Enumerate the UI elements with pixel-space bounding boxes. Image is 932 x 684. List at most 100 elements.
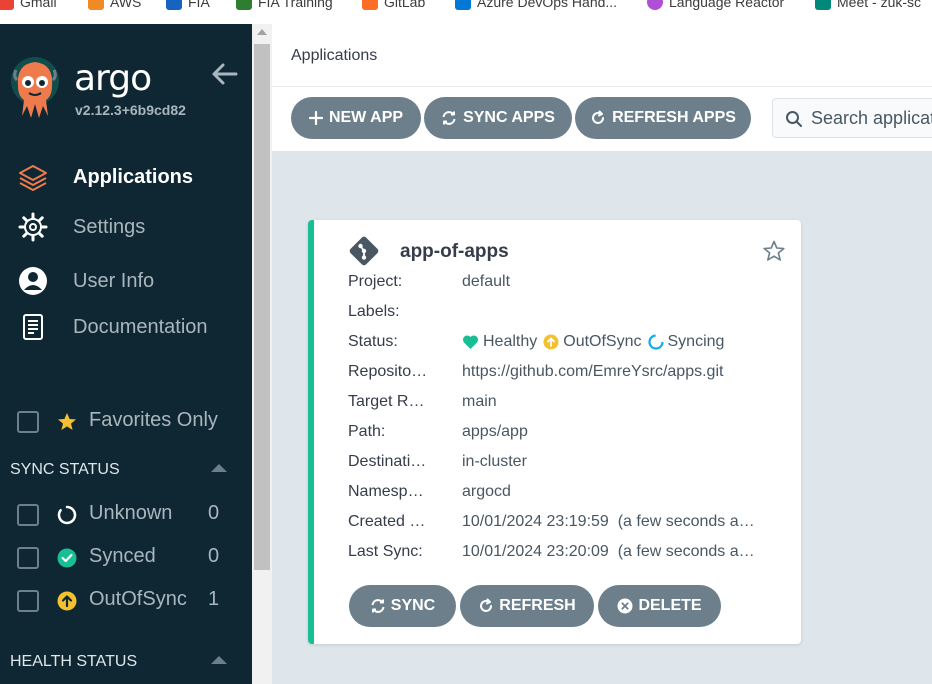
sync-apps-button[interactable]: SYNC APPS: [424, 97, 572, 139]
search-input[interactable]: [811, 99, 932, 137]
property-row-repository: Reposito… https://github.com/EmreYsrc/ap…: [348, 363, 724, 380]
gitlab-icon: [362, 0, 378, 10]
page-title: Applications: [291, 47, 378, 64]
favorites-filter[interactable]: Favorites Only: [0, 407, 252, 437]
check-circle-icon: [57, 548, 77, 568]
nav-label: Settings: [73, 215, 146, 238]
delete-button[interactable]: DELETE: [598, 585, 721, 627]
sync-filter-synced[interactable]: Synced 0: [0, 543, 252, 573]
toolbar: NEW APP SYNC APPS REFRESH APPS: [272, 87, 932, 151]
user-circle-icon: [19, 267, 47, 295]
fia-training-icon: [236, 0, 252, 10]
bookmark-fia[interactable]: FIA: [166, 0, 210, 12]
nav-label: User Info: [73, 269, 155, 292]
unknown-checkbox[interactable]: [17, 504, 39, 526]
health-status-stripe: [308, 220, 314, 644]
app-name[interactable]: app-of-apps: [400, 241, 509, 263]
language-reactor-icon: [647, 0, 663, 10]
property-row-destination: Destinati… in-cluster: [348, 453, 527, 470]
version-label: v2.12.3+6b9cd82: [75, 102, 186, 118]
property-row-status: Status: Healthy OutOfSync Syncing: [348, 333, 725, 351]
nav-item-documentation[interactable]: Documentation: [0, 307, 252, 347]
sync-status: OutOfSync: [563, 333, 642, 350]
search-icon: [786, 111, 802, 127]
nav-item-settings[interactable]: Settings: [0, 207, 252, 247]
health-status-title: HEALTH STATUS: [10, 653, 138, 670]
brand-name: argo: [74, 58, 152, 99]
nav-item-applications[interactable]: Applications: [0, 157, 252, 197]
bookmark-aws[interactable]: AWS: [88, 0, 141, 12]
operation-status: Syncing: [667, 333, 725, 350]
favorites-label: Favorites Only: [89, 409, 218, 431]
bookmark-azure-devops[interactable]: Azure DevOps Hand...: [455, 0, 617, 12]
sync-filter-count: 1: [208, 588, 220, 610]
sync-filter-unknown[interactable]: Unknown 0: [0, 500, 252, 530]
collapse-sidebar-arrow-icon[interactable]: [210, 62, 238, 86]
search-box[interactable]: [772, 98, 932, 138]
sync-filter-count: 0: [208, 502, 220, 524]
sidebar-scrollbar[interactable]: [252, 24, 272, 684]
layers-icon: [19, 165, 47, 191]
bookmark-gmail[interactable]: Gmail: [0, 0, 57, 12]
sidebar: argo v2.12.3+6b9cd82 Applications Settin…: [0, 24, 252, 684]
property-row-path: Path: apps/app: [348, 423, 528, 440]
circle-notch-icon: [57, 505, 77, 525]
scrollbar-thumb[interactable]: [254, 44, 270, 570]
book-icon: [23, 314, 43, 340]
aws-icon: [88, 0, 104, 10]
sync-icon: [442, 111, 456, 125]
nav-label: Documentation: [73, 315, 208, 338]
refresh-button[interactable]: REFRESH: [460, 585, 594, 627]
bookmark-fia-training[interactable]: FIA Training: [236, 0, 333, 12]
bookmarks-bar: Gmail AWS FIA FIA Training GitLab Azure …: [0, 0, 932, 24]
property-row-last-sync: Last Sync: 10/01/2024 23:20:09 (a few se…: [348, 543, 755, 560]
star-icon: [58, 413, 76, 430]
collapse-caret-icon[interactable]: [211, 464, 227, 472]
property-row-project: Project: default: [348, 273, 511, 290]
collapse-caret-icon[interactable]: [211, 656, 227, 664]
sync-button[interactable]: SYNC: [349, 585, 456, 627]
sync-filter-label: OutOfSync: [89, 588, 187, 610]
bookmark-language-reactor[interactable]: Language Reactor: [647, 0, 784, 12]
bookmark-gitlab[interactable]: GitLab: [362, 0, 425, 12]
refresh-icon: [480, 598, 493, 612]
bookmark-meet[interactable]: Meet - zuk-sc: [815, 0, 921, 12]
arrow-up-circle-icon: [57, 591, 77, 611]
sync-status-title: SYNC STATUS: [10, 461, 120, 478]
plus-icon: [308, 111, 323, 125]
arrow-up-circle-icon: [543, 334, 559, 350]
sync-filter-label: Synced: [89, 545, 156, 567]
property-row-labels: Labels:: [348, 303, 400, 320]
gmail-icon: [0, 0, 14, 10]
nav-label: Applications: [73, 165, 194, 188]
health-status: Healthy: [483, 333, 538, 350]
fia-icon: [166, 0, 182, 10]
heart-icon: [462, 335, 479, 349]
gear-icon: [18, 212, 48, 242]
git-icon: [349, 236, 379, 266]
favorite-star-icon[interactable]: [762, 239, 786, 263]
close-circle-icon: [617, 598, 633, 614]
argo-octopus-logo-icon: [11, 57, 59, 118]
sync-filter-label: Unknown: [89, 502, 173, 524]
favorites-checkbox[interactable]: [17, 411, 39, 433]
synced-checkbox[interactable]: [17, 547, 39, 569]
page-header: Applications: [272, 24, 932, 87]
sync-icon: [371, 599, 385, 613]
sync-filter-out-of-sync[interactable]: OutOfSync 1: [0, 586, 252, 616]
sync-filter-count: 0: [208, 545, 220, 567]
meet-icon: [815, 0, 831, 10]
scroll-up-arrow-icon[interactable]: [257, 29, 267, 35]
refresh-apps-button[interactable]: REFRESH APPS: [575, 97, 751, 139]
status-values: Healthy OutOfSync Syncing: [462, 333, 724, 351]
out-of-sync-checkbox[interactable]: [17, 590, 39, 612]
refresh-icon: [592, 110, 605, 124]
nav-item-user-info[interactable]: User Info: [0, 261, 252, 301]
property-row-namespace: Namesp… argocd: [348, 483, 511, 500]
property-row-target-revision: Target R… main: [348, 393, 497, 410]
new-app-button[interactable]: NEW APP: [291, 97, 421, 139]
syncing-spinner-icon: [647, 334, 664, 350]
application-card[interactable]: app-of-apps Project: default Labels: Sta…: [308, 220, 801, 644]
azure-devops-icon: [455, 0, 471, 10]
property-row-created: Created … 10/01/2024 23:19:59 (a few sec…: [348, 513, 755, 530]
